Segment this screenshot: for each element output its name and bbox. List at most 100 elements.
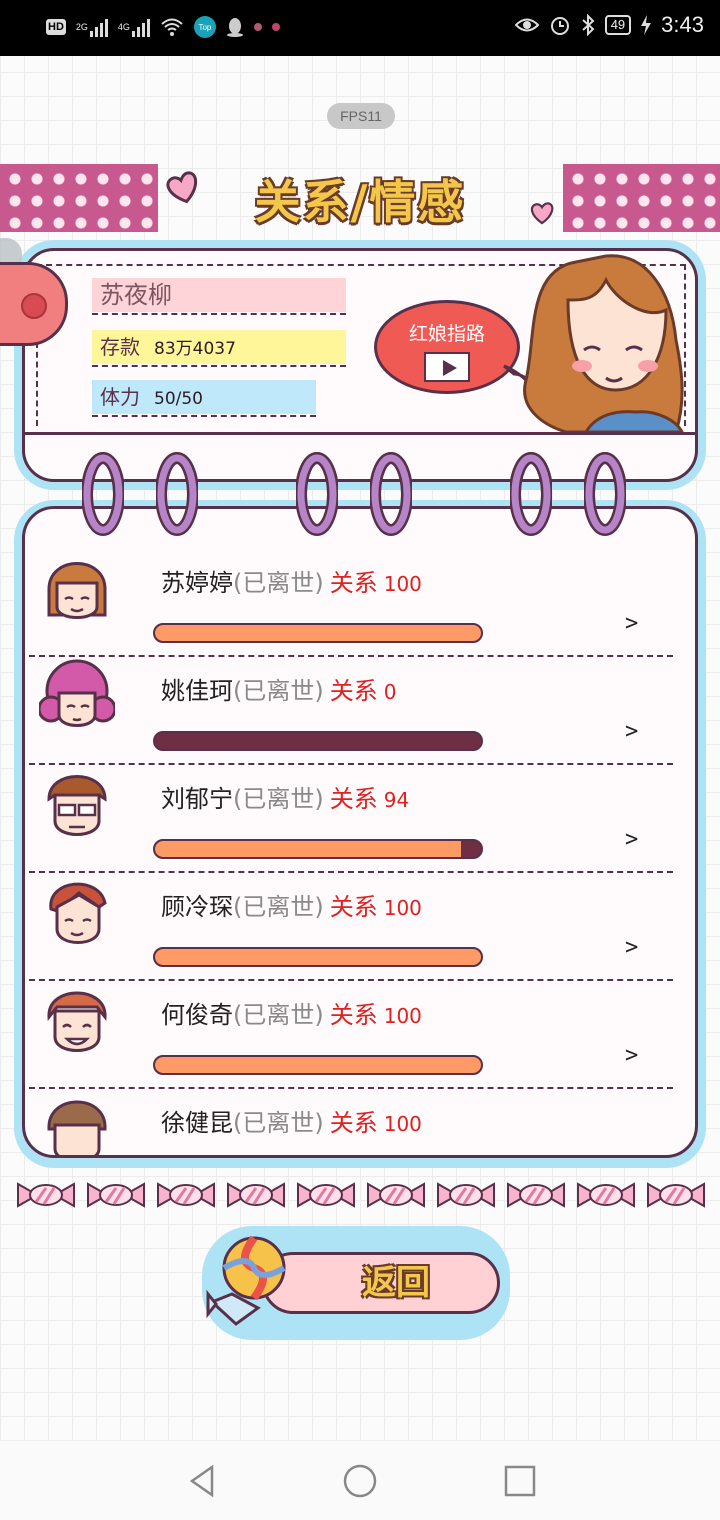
relation-name-line: 顾冷琛(已离世) 关系 100 bbox=[161, 887, 422, 922]
notification-dot-icon bbox=[253, 14, 262, 40]
play-video-icon bbox=[424, 352, 470, 382]
binder-ring-icon bbox=[584, 452, 626, 536]
chevron-right-icon[interactable]: > bbox=[625, 611, 638, 636]
relation-value: 100 bbox=[383, 896, 422, 920]
relation-name-line: 姚佳珂(已离世) 关系 0 bbox=[161, 671, 396, 706]
lollipop-icon bbox=[206, 1235, 286, 1326]
boy-glasses-avatar bbox=[47, 775, 107, 836]
chevron-right-icon[interactable]: > bbox=[625, 1043, 638, 1068]
boy-smile-avatar bbox=[47, 991, 107, 1052]
relation-row[interactable]: 刘郁宁(已离世) 关系 94 > bbox=[25, 749, 695, 873]
status-bar: HD 2G 4G Top 49 3:43 bbox=[0, 0, 720, 56]
wifi-icon bbox=[160, 14, 184, 40]
relation-progress-bar bbox=[153, 947, 483, 967]
relation-row[interactable]: 顾冷琛(已离世) 关系 100 > bbox=[25, 857, 695, 981]
relation-name: 姚佳珂 bbox=[161, 677, 233, 705]
bluetooth-icon bbox=[582, 14, 595, 36]
heart-icon bbox=[166, 171, 198, 204]
relation-status: (已离世) bbox=[233, 893, 324, 921]
relation-progress-fill bbox=[155, 949, 481, 965]
card-divider bbox=[24, 432, 696, 435]
net2-label: 4G bbox=[117, 22, 130, 32]
qq-icon bbox=[226, 14, 244, 40]
relation-label: 关系 bbox=[329, 1001, 378, 1029]
money-field: 存款 83万4037 bbox=[92, 330, 346, 364]
back-button[interactable]: 返回 bbox=[262, 1252, 500, 1314]
stamina-field: 体力 50/50 bbox=[92, 380, 316, 414]
page-title: 关系/情感 bbox=[254, 175, 466, 229]
candy-icon bbox=[87, 1182, 145, 1208]
binder-ring-icon bbox=[296, 452, 338, 536]
relation-name-line: 苏婷婷(已离世) 关系 100 bbox=[161, 563, 422, 598]
chevron-right-icon[interactable]: > bbox=[625, 1151, 638, 1155]
candy-icon bbox=[17, 1182, 75, 1208]
relation-status: (已离世) bbox=[233, 677, 324, 705]
relation-row[interactable]: 姚佳珂(已离世) 关系 0 > bbox=[25, 641, 695, 765]
relation-label: 关系 bbox=[329, 569, 378, 597]
signal-4g-icon: 4G bbox=[118, 14, 150, 40]
relation-name: 顾冷琛 bbox=[161, 893, 233, 921]
relation-value: 0 bbox=[383, 680, 397, 704]
relation-label: 关系 bbox=[329, 893, 378, 921]
relation-status: (已离世) bbox=[233, 1109, 324, 1137]
relation-progress-bar bbox=[153, 623, 483, 643]
boy-brown-avatar bbox=[47, 1100, 107, 1155]
system-nav-bar bbox=[0, 1440, 720, 1520]
binder-ring-icon bbox=[510, 452, 552, 536]
relation-name-line: 徐健昆(已离世) 关系 100 bbox=[161, 1103, 422, 1138]
top-app-icon: Top bbox=[193, 16, 216, 38]
relation-progress-fill bbox=[155, 625, 481, 641]
relation-value: 100 bbox=[383, 572, 422, 596]
status-right: 49 3:43 bbox=[514, 12, 704, 38]
hd-badge: HD bbox=[46, 19, 66, 35]
heart-icon bbox=[530, 202, 554, 225]
binder-ring-icon bbox=[82, 452, 124, 536]
alarm-icon bbox=[550, 17, 569, 35]
relation-name: 何俊奇 bbox=[161, 1001, 233, 1029]
back-triangle-icon[interactable] bbox=[184, 1463, 220, 1499]
relation-name: 刘郁宁 bbox=[161, 785, 233, 813]
charging-icon bbox=[641, 15, 652, 35]
relation-progress-fill bbox=[155, 1057, 481, 1073]
character-portrait bbox=[523, 254, 684, 432]
relation-status: (已离世) bbox=[233, 1001, 324, 1029]
field-underline bbox=[92, 365, 346, 367]
home-circle-icon[interactable] bbox=[342, 1463, 378, 1499]
candy-icon bbox=[367, 1182, 425, 1208]
stamina-label: 体力 bbox=[100, 385, 140, 409]
candy-icon bbox=[437, 1182, 495, 1208]
relation-list[interactable]: 苏婷婷(已离世) 关系 100 > 姚佳珂(已离世) 关系 0 > 刘郁宁(已离世) 关系 94 > 顾… bbox=[22, 506, 698, 1158]
relation-row[interactable]: 何俊奇(已离世) 关系 100 > bbox=[25, 965, 695, 1089]
player-name: 苏夜柳 bbox=[92, 278, 346, 312]
relation-label: 关系 bbox=[329, 785, 378, 813]
chevron-right-icon[interactable]: > bbox=[625, 719, 638, 744]
girl-bob-avatar bbox=[47, 562, 107, 619]
candy-icon bbox=[577, 1182, 635, 1208]
relation-label: 关系 bbox=[329, 1109, 378, 1137]
relation-progress-bar bbox=[153, 1055, 483, 1075]
net1-label: 2G bbox=[75, 22, 88, 32]
recents-square-icon[interactable] bbox=[502, 1463, 538, 1499]
notification-dot-icon bbox=[271, 14, 280, 40]
relation-name: 苏婷婷 bbox=[161, 569, 233, 597]
back-button-label: 返回 bbox=[362, 1263, 430, 1303]
chevron-right-icon[interactable]: > bbox=[625, 827, 638, 852]
matchmaker-label: 红娘指路 bbox=[408, 323, 485, 345]
matchmaker-video-button[interactable]: 红娘指路 bbox=[374, 300, 520, 394]
candy-icon bbox=[227, 1182, 285, 1208]
eye-icon bbox=[514, 18, 539, 32]
relation-status: (已离世) bbox=[233, 569, 324, 597]
chevron-right-icon[interactable]: > bbox=[625, 935, 638, 960]
fps-counter: FPS11 bbox=[327, 103, 395, 129]
candy-icon bbox=[507, 1182, 565, 1208]
money-value: 83万4037 bbox=[154, 339, 236, 359]
girl-curly-avatar bbox=[39, 659, 115, 727]
relation-name: 徐健昆 bbox=[161, 1109, 233, 1137]
battery-icon: 49 bbox=[604, 15, 632, 35]
relation-name-line: 刘郁宁(已离世) 关系 94 bbox=[161, 779, 409, 814]
relation-value: 100 bbox=[383, 1112, 422, 1136]
polka-ribbon-left bbox=[0, 164, 158, 232]
relation-row[interactable]: 苏婷婷(已离世) 关系 100 > bbox=[25, 533, 695, 657]
candy-icon bbox=[297, 1182, 355, 1208]
relation-row[interactable]: 徐健昆(已离世)关系100 > bbox=[25, 1073, 695, 1155]
